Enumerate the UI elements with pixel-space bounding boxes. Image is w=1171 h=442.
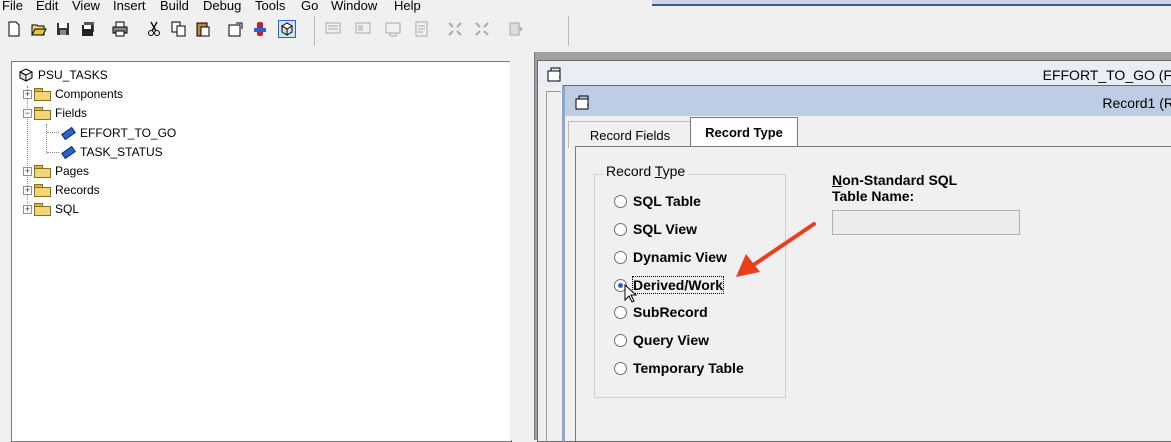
radio-label: Dynamic View [633, 249, 727, 265]
mouse-cursor-icon [624, 284, 638, 303]
new-icon[interactable] [6, 21, 22, 37]
radio-button[interactable] [614, 305, 627, 319]
folder-icon [34, 203, 51, 216]
radio-label: SubRecord [633, 304, 708, 320]
menu-edit[interactable]: Edit [36, 0, 58, 13]
properties-icon[interactable] [228, 21, 244, 37]
window-title: EFFORT_TO_GO (F [1042, 67, 1171, 83]
pane-splitter[interactable] [510, 48, 534, 440]
view-peoplecode-icon[interactable] [414, 21, 430, 37]
window-inner-frame [546, 91, 561, 442]
open-folder-icon [34, 107, 51, 120]
menu-debug[interactable]: Debug [203, 0, 241, 13]
tree-root-label: PSU_TASKS [38, 68, 108, 82]
radio-label: Temporary Table [633, 360, 744, 376]
radio-dynamic-view[interactable]: Dynamic View [614, 247, 727, 267]
menu-window[interactable]: Window [331, 0, 377, 13]
build-icon[interactable] [252, 21, 268, 37]
tree-root[interactable]: PSU_TASKS [18, 66, 108, 84]
copy-icon[interactable] [171, 21, 187, 37]
tree-item-effort-to-go[interactable]: EFFORT_TO_GO [60, 124, 176, 142]
tree-connector [46, 124, 47, 154]
radio-sql-table[interactable]: SQL Table [614, 191, 701, 211]
radio-button[interactable] [614, 361, 627, 375]
non-standard-sql-label-line2: Table Name: [832, 188, 915, 204]
expand-icon[interactable]: + [23, 204, 32, 214]
radio-label: Query View [633, 332, 710, 348]
window-title: Record1 (R [1102, 95, 1171, 111]
toolbar-separator [314, 16, 315, 46]
menu-view[interactable]: View [72, 0, 100, 13]
record-type-group-title: Record Type [603, 163, 689, 179]
expand-icon[interactable]: + [23, 166, 32, 176]
radio-temporary-table[interactable]: Temporary Table [614, 358, 744, 378]
tree-item-label: TASK_STATUS [80, 145, 163, 159]
window-titlebar[interactable]: EFFORT_TO_GO (F [538, 61, 1171, 87]
field-icon [60, 146, 74, 158]
non-standard-sql-table-name-input[interactable] [832, 210, 1020, 235]
save-icon[interactable] [55, 21, 71, 37]
menu-build[interactable]: Build [160, 0, 189, 13]
expand-icon[interactable]: + [23, 89, 32, 99]
background-window-frame [652, 0, 1171, 6]
window-titlebar[interactable]: Record1 (R [565, 86, 1171, 116]
tree-item-sql[interactable]: + SQL [23, 200, 79, 218]
non-standard-sql-label-line1: Non-Standard SQL [832, 172, 958, 188]
menu-file[interactable]: File [2, 0, 23, 13]
zoom-in-icon[interactable] [447, 21, 463, 37]
tree-item-label: Components [55, 87, 124, 101]
expand-icon[interactable]: + [23, 185, 32, 195]
print-icon[interactable] [112, 21, 128, 37]
radio-button[interactable] [614, 194, 627, 208]
view-layout-icon[interactable] [355, 21, 371, 37]
open-icon[interactable] [31, 21, 47, 37]
menu-go[interactable]: Go [301, 0, 318, 13]
radio-label: SQL View [633, 221, 698, 237]
radio-button[interactable] [614, 333, 627, 347]
radio-sql-view[interactable]: SQL View [614, 219, 697, 239]
cut-icon[interactable] [146, 21, 162, 37]
tree-item-fields[interactable]: − Fields [23, 104, 87, 122]
folder-icon [34, 184, 51, 197]
menu-help[interactable]: Help [394, 0, 421, 13]
radio-button[interactable] [614, 222, 627, 236]
save-all-icon[interactable] [80, 21, 96, 37]
field-icon [60, 127, 74, 139]
zoom-out-icon[interactable] [474, 21, 490, 37]
tree-item-label: Records [55, 183, 100, 197]
tree-item-records[interactable]: + Records [23, 181, 100, 199]
record-definition-icon [547, 67, 561, 82]
tree-item-pages[interactable]: + Pages [23, 162, 89, 180]
collapse-icon[interactable]: − [23, 108, 32, 118]
tree-item-label: EFFORT_TO_GO [80, 126, 177, 140]
tree-item-label: Fields [55, 106, 88, 120]
project-icon[interactable] [278, 20, 296, 38]
radio-subrecord[interactable]: SubRecord [614, 302, 708, 322]
tree-item-task-status[interactable]: TASK_STATUS [60, 143, 163, 161]
annotation-arrow-icon [736, 222, 816, 277]
menu-tools[interactable]: Tools [255, 0, 285, 13]
view-definition-icon[interactable] [325, 21, 341, 37]
radio-button[interactable] [614, 250, 627, 264]
tab-record-type[interactable]: Record Type [690, 117, 798, 147]
non-standard-sql-label: Non-Standard SQL Table Name: [832, 172, 957, 204]
menu-insert[interactable]: Insert [113, 0, 146, 13]
radio-label: SQL Table [633, 193, 701, 209]
view-sql-icon[interactable] [385, 21, 401, 37]
radio-query-view[interactable]: Query View [614, 330, 709, 350]
radio-label: Derived/Work [632, 276, 724, 294]
paste-icon[interactable] [195, 21, 211, 37]
compare-icon[interactable] [508, 21, 524, 37]
tree-connector [47, 152, 59, 153]
folder-icon [34, 88, 51, 101]
project-icon [18, 68, 34, 82]
tab-record-fields[interactable]: Record Fields [568, 121, 692, 148]
toolbar-separator [568, 16, 569, 46]
tree-item-label: SQL [55, 202, 80, 216]
tree-item-components[interactable]: + Components [23, 85, 123, 103]
record-definition-icon [575, 95, 589, 110]
folder-icon [34, 165, 51, 178]
tree-item-label: Pages [55, 164, 90, 178]
tree-connector [47, 132, 59, 133]
